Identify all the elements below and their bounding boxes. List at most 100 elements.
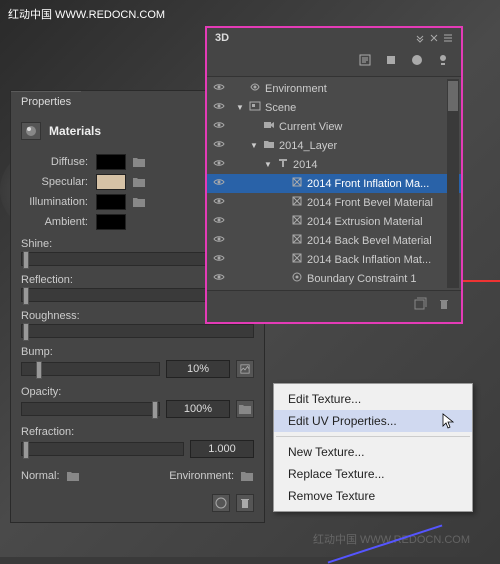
illumination-texture-button[interactable] (132, 196, 146, 208)
env-icon (249, 81, 261, 96)
refraction-value-input[interactable]: 1.000 (190, 440, 254, 458)
context-menu-item[interactable]: Edit Texture... (274, 388, 472, 410)
filter-scene-button[interactable] (357, 52, 373, 68)
environment-label: Environment: (169, 470, 234, 482)
visibility-eye-icon[interactable] (211, 214, 227, 229)
constraint-icon (291, 271, 303, 286)
materials-icon (21, 122, 41, 140)
layer-row[interactable]: 2014 Back Bevel Material (207, 231, 461, 250)
bump-texture-button[interactable] (236, 360, 254, 378)
layer-row[interactable]: Boundary Constraint 1 (207, 269, 461, 288)
expand-triangle-icon[interactable]: ▼ (235, 103, 245, 112)
diffuse-swatch[interactable] (96, 154, 126, 170)
expand-triangle-icon[interactable]: ▼ (249, 141, 259, 150)
expand-triangle-icon[interactable]: ▼ (263, 160, 273, 169)
layer-row[interactable]: 2014 Extrusion Material (207, 212, 461, 231)
properties-delete-button[interactable] (236, 494, 254, 512)
layer-label: 2014_Layer (279, 140, 337, 152)
visibility-eye-icon[interactable] (211, 81, 227, 96)
visibility-eye-icon[interactable] (211, 195, 227, 210)
properties-preview-button[interactable] (212, 494, 230, 512)
layer-row[interactable]: Environment (207, 79, 461, 98)
watermark-faint: 红动中国 WWW.REDOCN.COM (313, 531, 470, 547)
visibility-eye-icon[interactable] (211, 119, 227, 134)
properties-tab[interactable]: Properties (11, 91, 81, 112)
filter-material-button[interactable] (409, 52, 425, 68)
layer-label: Scene (265, 102, 296, 114)
layer-label: 2014 Back Inflation Mat... (307, 254, 431, 266)
layers-list: Environment ▼ Scene Current View ▼ 2014_Layer… (207, 77, 461, 290)
layers-scrollbar[interactable] (447, 79, 459, 288)
material-icon (291, 214, 303, 229)
environment-texture-button[interactable] (240, 470, 254, 482)
opacity-value-input[interactable]: 100% (166, 400, 230, 418)
illumination-label: Illumination: (21, 196, 96, 208)
layer-row[interactable]: 2014 Back Inflation Mat... (207, 250, 461, 269)
normal-label: Normal: (21, 470, 60, 482)
panel-3d-title: 3D (215, 32, 229, 44)
layer-row[interactable]: ▼ 2014 (207, 155, 461, 174)
context-menu-item[interactable]: New Texture... (274, 441, 472, 463)
camera-icon (263, 119, 275, 134)
layer-row[interactable]: ▼ Scene (207, 98, 461, 117)
watermark-text: 红动中国 WWW.REDOCN.COM (8, 6, 165, 22)
filter-mesh-button[interactable] (383, 52, 399, 68)
collapse-icon[interactable] (415, 33, 425, 43)
visibility-eye-icon[interactable] (211, 176, 227, 191)
layer-row[interactable]: 2014 Front Inflation Ma... (207, 174, 461, 193)
ambient-swatch[interactable] (96, 214, 126, 230)
refraction-slider[interactable] (21, 442, 184, 456)
diffuse-texture-button[interactable] (132, 156, 146, 168)
layer-label: 2014 Extrusion Material (307, 216, 423, 228)
visibility-eye-icon[interactable] (211, 157, 227, 172)
bump-slider[interactable] (21, 362, 160, 376)
illumination-swatch[interactable] (96, 194, 126, 210)
roughness-slider[interactable] (21, 324, 254, 338)
folder-icon (263, 138, 275, 153)
text3d-icon (277, 157, 289, 172)
normal-texture-button[interactable] (66, 470, 80, 482)
layer-row[interactable]: 2014 Front Bevel Material (207, 193, 461, 212)
panel-menu-icon[interactable] (443, 33, 453, 43)
visibility-eye-icon[interactable] (211, 252, 227, 267)
opacity-slider[interactable] (21, 402, 160, 416)
layer-row[interactable]: ▼ 2014_Layer (207, 136, 461, 155)
material-icon (291, 195, 303, 210)
layer-label: 2014 Back Bevel Material (307, 235, 432, 247)
specular-label: Specular: (21, 176, 96, 188)
visibility-eye-icon[interactable] (211, 271, 227, 286)
bump-value-input[interactable]: 10% (166, 360, 230, 378)
new-layer-button[interactable] (413, 297, 427, 316)
scene-icon (249, 100, 261, 115)
delete-layer-button[interactable] (437, 297, 451, 316)
visibility-eye-icon[interactable] (211, 100, 227, 115)
specular-texture-button[interactable] (132, 176, 146, 188)
panel-3d: 3D Environment ▼ Scene Current View ▼ 2014_La… (205, 26, 463, 324)
material-icon (291, 233, 303, 248)
diffuse-label: Diffuse: (21, 156, 96, 168)
visibility-eye-icon[interactable] (211, 138, 227, 153)
material-icon (291, 252, 303, 267)
context-menu-item[interactable]: Remove Texture (274, 485, 472, 507)
menu-separator (276, 436, 470, 437)
layer-label: Current View (279, 121, 342, 133)
material-icon (291, 176, 303, 191)
filter-light-button[interactable] (435, 52, 451, 68)
context-menu-item[interactable]: Replace Texture... (274, 463, 472, 485)
materials-section-title: Materials (49, 124, 101, 138)
cursor-pointer-icon (442, 413, 458, 434)
specular-swatch[interactable] (96, 174, 126, 190)
layer-label: Boundary Constraint 1 (307, 273, 416, 285)
layer-label: 2014 (293, 159, 317, 171)
close-icon[interactable] (429, 34, 439, 42)
visibility-eye-icon[interactable] (211, 233, 227, 248)
layer-label: Environment (265, 83, 327, 95)
layer-label: 2014 Front Inflation Ma... (307, 178, 429, 190)
refraction-label: Refraction: (21, 426, 254, 438)
opacity-texture-button[interactable] (236, 400, 254, 418)
bump-label: Bump: (21, 346, 254, 358)
ambient-label: Ambient: (21, 216, 96, 228)
layer-row[interactable]: Current View (207, 117, 461, 136)
opacity-label: Opacity: (21, 386, 254, 398)
texture-context-menu: Edit Texture...Edit UV Properties...New … (273, 383, 473, 512)
